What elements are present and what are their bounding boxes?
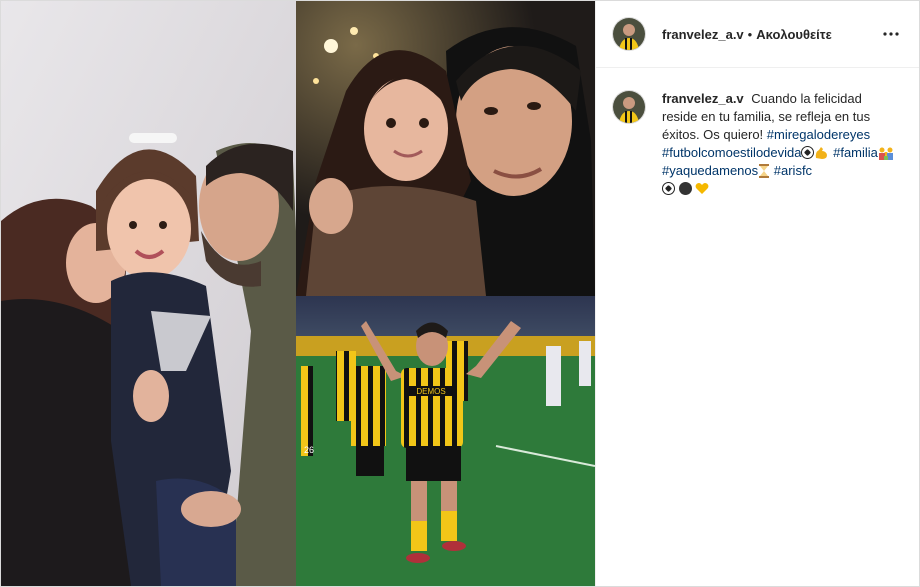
following-button[interactable]: Ακολουθείτε <box>756 27 832 42</box>
hashtag-futbolcomoestilodevida[interactable]: #futbolcomoestilodevida <box>662 145 801 160</box>
hashtag-yaquedamenos[interactable]: #yaquedamenos <box>662 163 758 178</box>
post-header: franvelez_a.v • Ακολουθείτε <box>596 1 919 68</box>
hashtag-arisfc[interactable]: #arisfc <box>774 163 812 178</box>
jersey-sponsor-text: DEMOS <box>416 387 445 396</box>
header-text: franvelez_a.v • Ακολουθείτε <box>662 27 832 42</box>
caption-text: franvelez_a.v Cuando la felicidad reside… <box>662 90 894 198</box>
family-kiss-photo <box>1 1 296 586</box>
selfie-with-daughter-photo <box>296 1 595 296</box>
black-circle-emoji-icon <box>678 182 692 195</box>
caption-username-link[interactable]: franvelez_a.v <box>662 91 744 106</box>
separator-dot: • <box>747 26 753 42</box>
soccer-ball-emoji-icon <box>662 182 675 195</box>
more-options-icon[interactable] <box>879 22 903 46</box>
flexed-biceps-emoji-icon <box>816 147 828 159</box>
goal-celebration-photo: DEMOS 26 <box>296 296 595 586</box>
family-emoji-icon <box>878 147 893 160</box>
jersey-number-text: 26 <box>304 445 314 455</box>
hourglass-emoji-icon <box>759 164 770 178</box>
caption-comment: franvelez_a.v Cuando la felicidad reside… <box>596 68 919 198</box>
post-side-panel: franvelez_a.v • Ακολουθείτε franvelez_a.… <box>595 1 919 586</box>
username-link[interactable]: franvelez_a.v <box>662 27 744 42</box>
soccer-ball-emoji-icon <box>801 146 815 159</box>
caption-avatar[interactable] <box>612 90 646 124</box>
instagram-post: DEMOS 26 franvelez_a.v • Ακολουθείτε fra… <box>0 0 920 587</box>
hashtag-familia[interactable]: #familia <box>833 145 878 160</box>
yellow-heart-emoji-icon <box>695 182 709 194</box>
hashtag-miregalodereyes[interactable]: #miregalodereyes <box>767 127 870 142</box>
profile-avatar[interactable] <box>612 17 646 51</box>
post-media[interactable]: DEMOS 26 <box>1 1 595 586</box>
